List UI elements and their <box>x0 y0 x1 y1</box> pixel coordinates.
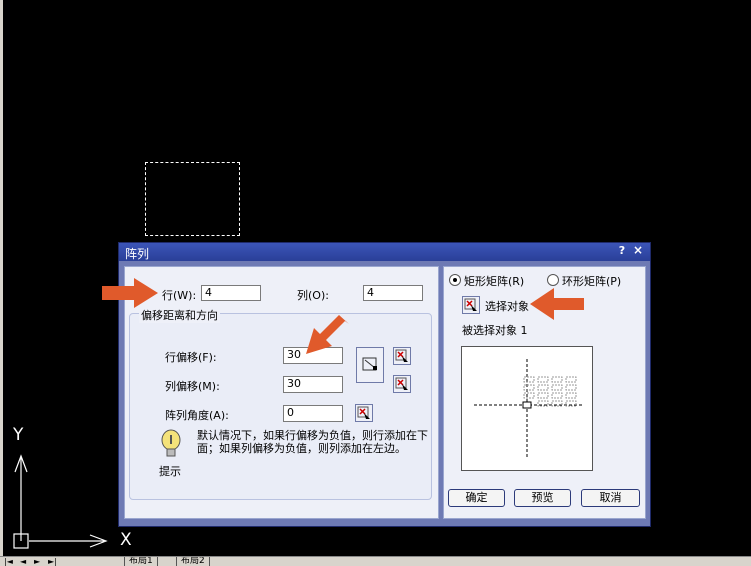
col-offset-label: 列偏移(M): <box>165 380 220 393</box>
rows-input[interactable]: 4 <box>201 285 261 301</box>
rect-array-label[interactable]: 矩形矩阵(R) <box>464 273 524 289</box>
rows-label: 行(W): <box>162 289 197 302</box>
pick-both-offsets-button[interactable] <box>356 347 384 383</box>
dialog-title: 阵列 <box>125 247 150 261</box>
cancel-button[interactable]: 取消 <box>581 489 640 507</box>
pick-angle-icon <box>357 406 370 419</box>
ok-button[interactable]: 确定 <box>448 489 505 507</box>
annotation-arrow-rows-icon <box>102 278 158 308</box>
col-offset-input[interactable]: 30 <box>283 376 343 393</box>
row-offset-label: 行偏移(F): <box>165 351 217 364</box>
help-button[interactable]: ? <box>615 244 629 257</box>
array-parameters-panel: 行(W): 4 列(O): 4 偏移距离和方向 行偏移(F): 30 列偏移(M… <box>124 266 439 519</box>
hint-text: 默认情况下，如果行偏移为负值，则行添加在下面；如果列偏移为负值，则列添加在左边。 <box>197 429 428 455</box>
pick-col-offset-button[interactable] <box>393 375 411 393</box>
select-objects-label[interactable]: 选择对象 <box>485 298 529 314</box>
pick-col-offset-icon <box>395 377 408 390</box>
array-preview-graphic <box>474 359 582 459</box>
pick-row-offset-icon <box>395 349 408 362</box>
annotation-arrow-select-objects-icon <box>530 288 584 320</box>
ucs-y-label: Y <box>13 425 24 445</box>
dialog-titlebar[interactable]: 阵列 ? × <box>119 243 650 261</box>
cols-label: 列(O): <box>297 289 329 302</box>
angle-input[interactable]: 0 <box>283 405 343 422</box>
array-preview-box <box>461 346 593 471</box>
lightbulb-icon <box>161 429 181 457</box>
preview-button[interactable]: 预览 <box>514 489 571 507</box>
hint-label: 提示 <box>159 465 181 478</box>
rect-array-radio[interactable] <box>449 274 461 286</box>
pick-angle-button[interactable] <box>355 404 373 422</box>
pick-row-offset-button[interactable] <box>393 347 411 365</box>
select-objects-button[interactable] <box>462 296 480 314</box>
close-button[interactable]: × <box>631 243 645 257</box>
pick-offsets-icon <box>362 357 377 371</box>
annotation-arrow-row-offset-icon <box>306 315 349 354</box>
cols-input[interactable]: 4 <box>363 285 423 301</box>
ucs-x-label: X <box>120 530 132 550</box>
angle-label: 阵列角度(A): <box>165 409 229 422</box>
select-objects-icon <box>464 298 477 311</box>
selected-count: 被选择对象 1 <box>462 324 528 337</box>
